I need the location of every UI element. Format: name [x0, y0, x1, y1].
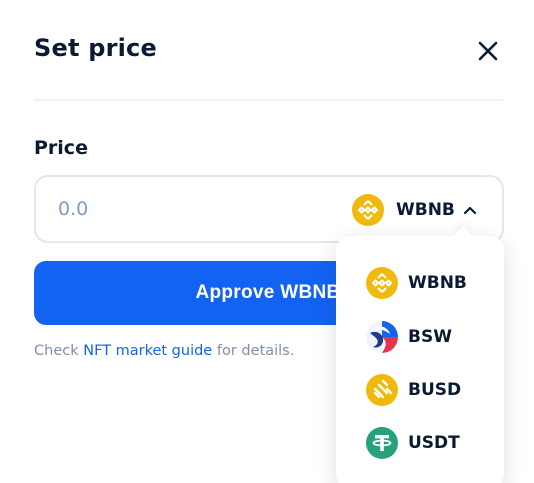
currency-option-usdt[interactable]: USDT: [366, 426, 460, 460]
approve-button-label: Approve WBNB: [195, 282, 341, 303]
currency-option-busd[interactable]: BUSD: [366, 373, 461, 407]
bnb-coin-icon: [366, 267, 398, 299]
chevron-up-icon: [463, 206, 477, 215]
price-input[interactable]: [58, 195, 318, 223]
currency-option-label: BUSD: [408, 380, 462, 400]
price-label: Price: [34, 137, 88, 159]
bnb-coin-icon: [352, 194, 384, 226]
set-price-modal: Set price Price WBNB: [0, 0, 534, 483]
currency-option-label: USDT: [408, 433, 460, 453]
header-divider: [34, 99, 504, 101]
nft-market-guide-link[interactable]: NFT market guide: [83, 343, 212, 359]
hint-text: Check NFT market guide for details.: [34, 343, 294, 359]
currency-dropdown: WBNB BSW BUSD USDT: [336, 226, 504, 483]
currency-option-wbnb[interactable]: WBNB: [366, 266, 467, 300]
close-button[interactable]: [474, 37, 502, 65]
busd-coin-icon: [366, 374, 398, 406]
currency-select[interactable]: WBNB: [352, 193, 477, 227]
currency-option-bsw[interactable]: BSW: [366, 320, 452, 354]
usdt-coin-icon: [366, 427, 398, 459]
currency-option-label: BSW: [408, 327, 452, 347]
modal-title: Set price: [34, 34, 157, 62]
hint-suffix: for details.: [212, 343, 295, 359]
selected-currency-label: WBNB: [396, 200, 455, 220]
currency-option-label: WBNB: [408, 273, 467, 293]
price-field: WBNB: [34, 175, 504, 243]
bsw-coin-icon: [366, 321, 398, 353]
hint-prefix: Check: [34, 343, 84, 359]
close-icon: [478, 41, 498, 61]
